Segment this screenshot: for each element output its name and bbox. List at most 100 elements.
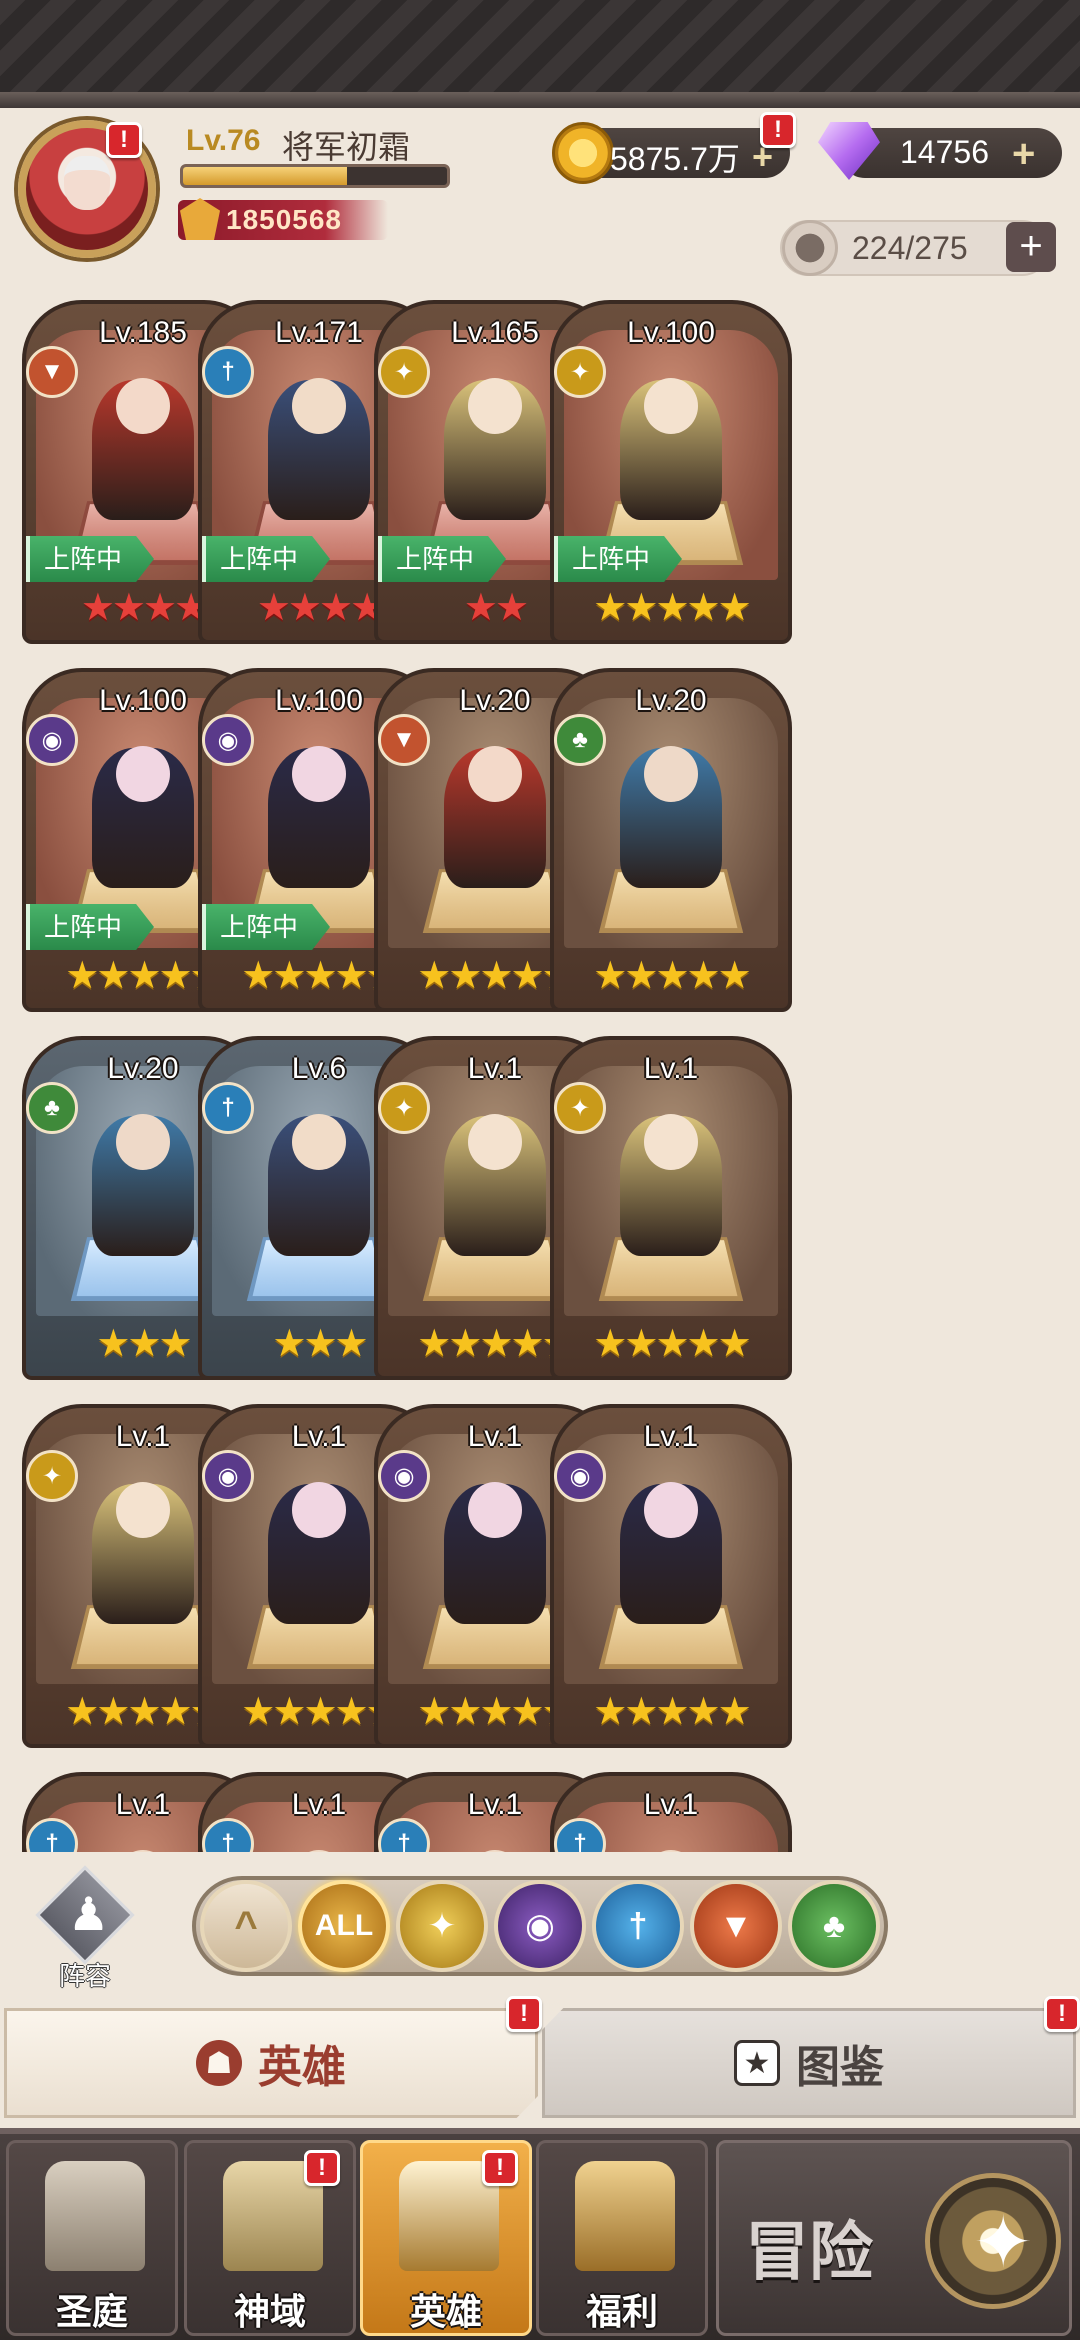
- collapse-filter-button[interactable]: ^: [200, 1880, 292, 1972]
- star-icon: ★: [319, 587, 353, 629]
- star-icon: ★: [303, 1691, 337, 1733]
- tab-codex[interactable]: ★ 图鉴: [542, 2008, 1076, 2118]
- tree-faction-icon: ♣: [822, 1906, 846, 1945]
- star-icon: ★: [655, 1691, 689, 1733]
- top-banner-trim: [0, 92, 1080, 108]
- sun-faction-icon: ✦: [26, 1450, 78, 1502]
- star-icon: ★: [158, 955, 193, 997]
- star-icon: ★: [624, 587, 658, 629]
- star-icon: ★: [655, 587, 689, 629]
- star-icon: ★: [624, 1323, 658, 1365]
- filter-fox-button[interactable]: ▼: [690, 1880, 782, 1972]
- adventure-button[interactable]: 冒险 ✦: [716, 2140, 1072, 2336]
- capacity-add-button[interactable]: +: [1006, 222, 1056, 272]
- hero-capacity-value: 224/275: [852, 230, 968, 266]
- hero-helmet-icon: ☗: [196, 2040, 242, 2086]
- nav-sanctuary[interactable]: 圣庭: [6, 2140, 178, 2336]
- star-icon: ★: [510, 955, 545, 997]
- alert-icon: !: [304, 2150, 340, 2186]
- star-icon: ★: [479, 1323, 513, 1365]
- dark-faction-icon: ◉: [202, 1450, 254, 1502]
- star-icon: ★: [686, 587, 721, 629]
- filter-sun-button[interactable]: ✦: [396, 1880, 488, 1972]
- hero-grid: Lv.185▼!上阵中★★★★Lv.171†!上阵中★★★★Lv.165✦上阵中…: [0, 300, 1080, 1852]
- hero-level: Lv.20: [635, 684, 707, 717]
- deployed-tag: 上阵中: [202, 536, 330, 582]
- castle-icon: [45, 2161, 145, 2271]
- adventure-label: 冒险: [745, 2216, 873, 2288]
- xp-bar-fill: [183, 167, 347, 185]
- tab-codex-alert: !: [1044, 1996, 1080, 2032]
- filter-all-label: ALL: [314, 1909, 374, 1942]
- sword-faction-icon: †: [202, 1082, 254, 1134]
- sun-faction-icon: ✦: [427, 1907, 457, 1945]
- star-icon: ★: [717, 1691, 752, 1733]
- star-icon: ★: [495, 587, 529, 629]
- filter-sword-button[interactable]: †: [592, 1880, 684, 1972]
- star-icon: ★: [127, 955, 161, 997]
- gem-add-button[interactable]: +: [1012, 132, 1035, 177]
- filter-tree-button[interactable]: ♣: [788, 1880, 880, 1972]
- star-icon: ★: [241, 955, 275, 997]
- star-icon: ★: [96, 1691, 130, 1733]
- filter-all-button[interactable]: ALL: [298, 1880, 390, 1972]
- tree-faction-icon: ♣: [554, 714, 606, 766]
- nav-rewards[interactable]: 福利: [536, 2140, 708, 2336]
- sun-faction-icon: ✦: [554, 346, 606, 398]
- xp-bar: [180, 164, 450, 188]
- hero-card[interactable]: Lv.100 ✦ 上阵中 ★★★★★: [550, 300, 792, 644]
- hero-sprite-head: [468, 746, 522, 802]
- star-icon: ★: [303, 955, 337, 997]
- star-icon: ★: [272, 1323, 306, 1365]
- hero-sprite-head: [644, 1482, 698, 1538]
- star-icon: ★: [158, 1323, 193, 1365]
- star-icon: ★: [65, 955, 99, 997]
- star-icon: ★: [686, 955, 721, 997]
- deployed-tag: 上阵中: [378, 536, 506, 582]
- tab-heroes-alert: !: [506, 1996, 542, 2032]
- lineup-button[interactable]: ♟ 阵容: [30, 1865, 140, 1991]
- star-icon: ★: [127, 1691, 161, 1733]
- fox-faction-icon: ▼: [378, 714, 430, 766]
- star-icon: ★: [127, 1323, 161, 1365]
- hero-card[interactable]: Lv.20 ♣ ★★★★★: [550, 668, 792, 1012]
- hero-card[interactable]: Lv.1✦★★★★★: [550, 1036, 792, 1380]
- compass-star-icon: ✦: [973, 2203, 1034, 2283]
- star-icon: ★: [686, 1323, 721, 1365]
- dark-faction-icon: ◉: [525, 1907, 555, 1945]
- hero-sprite-head: [116, 1482, 170, 1538]
- nav-sanctuary-label: 圣庭: [55, 2291, 128, 2332]
- filter-dark-button[interactable]: ◉: [494, 1880, 586, 1972]
- tab-heroes-label: 英雄: [258, 2043, 346, 2092]
- hero-sprite-head: [644, 1114, 698, 1170]
- star-icon: ★: [593, 587, 627, 629]
- hero-sprite-head: [468, 378, 522, 434]
- hero-sprite-head: [468, 1114, 522, 1170]
- sun-faction-icon: ✦: [554, 1082, 606, 1134]
- hero-card[interactable]: Lv.1 †: [550, 1772, 792, 1852]
- star-icon: ★: [448, 955, 482, 997]
- hero-sprite-head: [644, 378, 698, 434]
- hero-sprite-head: [292, 746, 346, 802]
- alert-icon: !: [760, 112, 796, 148]
- hero-star-rating: ★★★★★: [550, 954, 792, 998]
- capacity-helmet-icon: [782, 220, 838, 276]
- fox-faction-icon: ▼: [719, 1906, 753, 1945]
- nav-heroes-label: 英雄: [409, 2291, 482, 2332]
- nav-heroes-alert: !: [482, 2150, 518, 2186]
- hero-sprite-head: [292, 378, 346, 434]
- hero-sprite-head: [116, 378, 170, 434]
- hero-level: Lv.1: [643, 1788, 699, 1821]
- hero-level: Lv.100: [627, 316, 715, 349]
- hero-card[interactable]: Lv.1◉★★★★★: [550, 1404, 792, 1748]
- nav-divine-realm-alert: !: [304, 2150, 340, 2186]
- hero-level: Lv.1: [643, 1052, 699, 1085]
- star-icon: ★: [303, 1323, 337, 1365]
- tab-heroes[interactable]: ☗ 英雄: [4, 2008, 538, 2118]
- nav-rewards-label: 福利: [585, 2291, 658, 2332]
- gold-alert-badge: !: [760, 112, 796, 148]
- star-icon: ★: [479, 955, 513, 997]
- star-icon: ★: [417, 955, 451, 997]
- hero-sprite-head: [116, 1114, 170, 1170]
- pawn-icon: ♟: [68, 1888, 110, 1940]
